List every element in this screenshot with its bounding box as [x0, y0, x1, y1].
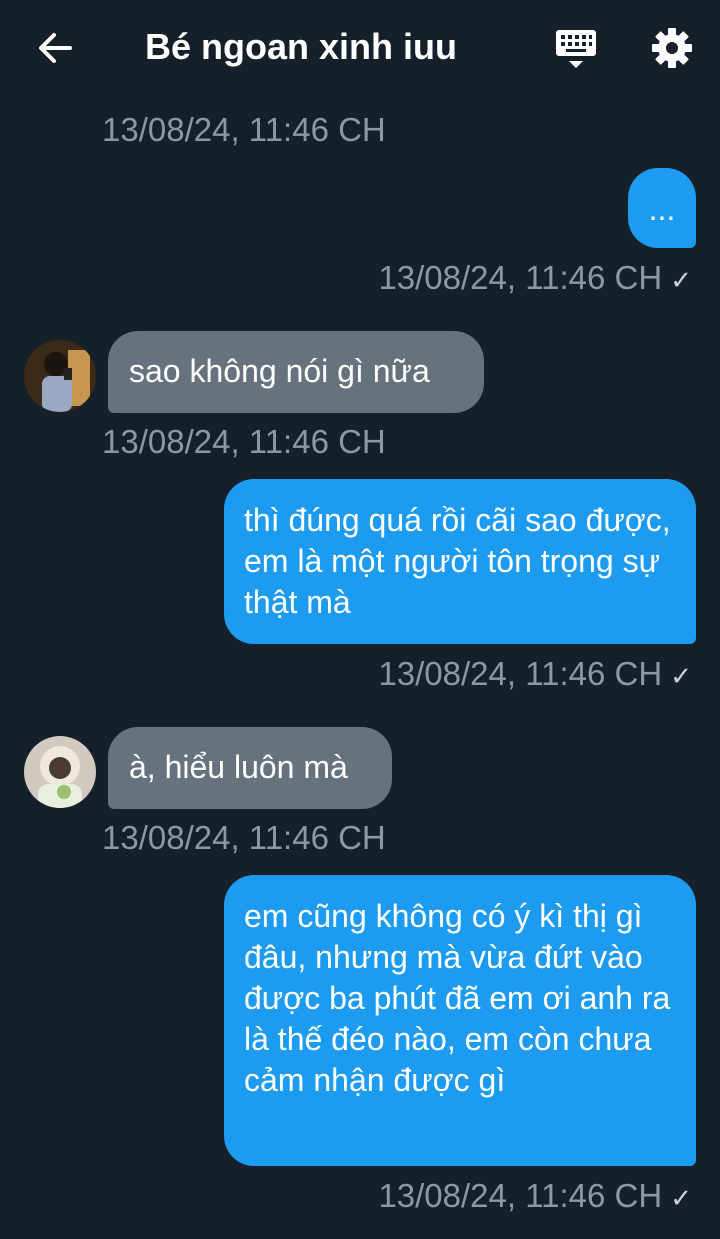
- gear-icon: [652, 28, 692, 68]
- message-timestamp: 13/08/24, 11:46 CH: [378, 259, 663, 296]
- message-timestamp: 13/08/24, 11:46 CH: [102, 819, 386, 856]
- message-timestamp: 13/08/24, 11:46 CH: [102, 111, 386, 148]
- outgoing-message-bubble[interactable]: em cũng không có ý kì thị gì đâu, nhưng …: [224, 875, 696, 1166]
- message-timestamp-row: 13/08/24, 11:46 CH ✓: [378, 258, 692, 300]
- message-text: sao không nói gì nữa: [129, 353, 430, 389]
- sent-check-icon: ✓: [670, 1183, 692, 1213]
- sent-check-icon: ✓: [670, 265, 692, 295]
- incoming-message-bubble[interactable]: à, hiểu luôn mà: [108, 727, 392, 809]
- message-timestamp: 13/08/24, 11:46 CH: [378, 1177, 663, 1214]
- settings-button[interactable]: [650, 26, 694, 70]
- back-button[interactable]: [36, 28, 76, 68]
- message-timestamp-row: 13/08/24, 11:46 CH ✓: [378, 1176, 692, 1218]
- keyboard-icon: [556, 30, 596, 68]
- avatar[interactable]: [24, 736, 96, 808]
- message-text: ...: [648, 191, 676, 227]
- message-text: em cũng không có ý kì thị gì đâu, nhưng …: [244, 898, 671, 1098]
- avatar[interactable]: [24, 340, 96, 412]
- message-timestamp: 13/08/24, 11:46 CH: [378, 655, 663, 692]
- message-timestamp: 13/08/24, 11:46 CH: [102, 423, 386, 460]
- message-text: thì đúng quá rồi cãi sao được, em là một…: [244, 502, 671, 620]
- message-text: à, hiểu luôn mà: [129, 749, 348, 785]
- keyboard-button[interactable]: [554, 28, 598, 72]
- message-timestamp-row: 13/08/24, 11:46 CH ✓: [378, 654, 692, 696]
- top-bar: Bé ngoan xinh iuu: [0, 0, 720, 96]
- sent-check-icon: ✓: [670, 661, 692, 691]
- outgoing-message-bubble[interactable]: ...: [628, 168, 696, 248]
- arrow-left-icon: [39, 33, 72, 63]
- outgoing-message-bubble[interactable]: thì đúng quá rồi cãi sao được, em là một…: [224, 479, 696, 644]
- conversation-title: Bé ngoan xinh iuu: [145, 26, 457, 67]
- incoming-message-bubble[interactable]: sao không nói gì nữa: [108, 331, 484, 413]
